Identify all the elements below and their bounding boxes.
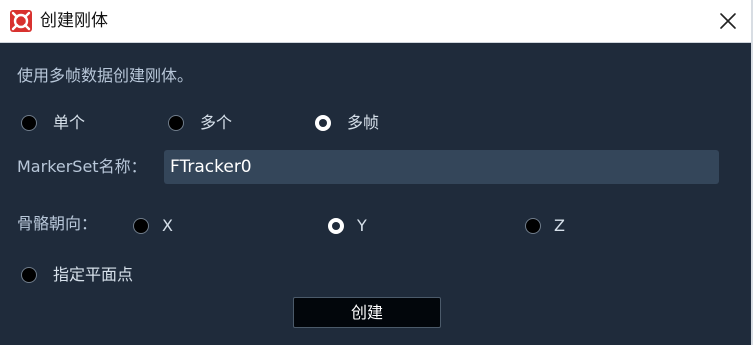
radio-plane-point[interactable]: 指定平面点: [21, 264, 133, 286]
radio-label-plane-point: 指定平面点: [53, 265, 134, 284]
xingying-logo-icon: [10, 10, 32, 32]
radio-circle[interactable]: [168, 115, 184, 131]
close-icon[interactable]: [717, 10, 739, 32]
title-bar: 创建刚体: [0, 0, 751, 43]
markerset-name-input[interactable]: [164, 150, 719, 184]
radio-circle-checked[interactable]: [328, 218, 344, 234]
radio-label-z: Z: [554, 216, 565, 235]
radio-circle[interactable]: [525, 218, 541, 234]
radio-circle[interactable]: [21, 115, 37, 131]
create-rigid-body-dialog: 创建刚体 使用多帧数据创建刚体。 单个 多个 多帧 MarkerSet名称： 骨…: [0, 0, 753, 345]
bone-direction-label: 骨骼朝向：: [17, 214, 98, 233]
markerset-label: MarkerSet名称：: [17, 157, 147, 176]
radio-circle-checked[interactable]: [315, 115, 331, 131]
radio-multiple[interactable]: 多个: [168, 112, 232, 134]
radio-label-multiple: 多个: [200, 113, 233, 132]
radio-single[interactable]: 单个: [21, 112, 85, 134]
radio-label-single: 单个: [53, 113, 86, 132]
dialog-body: 使用多帧数据创建刚体。 单个 多个 多帧 MarkerSet名称： 骨骼朝向： …: [0, 43, 751, 345]
radio-label-y: Y: [357, 216, 367, 235]
radio-label-multi-frame: 多帧: [347, 113, 380, 132]
create-button[interactable]: 创建: [293, 297, 441, 328]
radio-axis-z[interactable]: Z: [525, 215, 565, 237]
radio-label-x: X: [162, 216, 173, 235]
radio-circle[interactable]: [133, 218, 149, 234]
radio-axis-y[interactable]: Y: [328, 215, 367, 237]
radio-multi-frame[interactable]: 多帧: [315, 112, 379, 134]
window-title: 创建刚体: [40, 11, 108, 31]
description-text: 使用多帧数据创建刚体。: [17, 66, 194, 85]
radio-circle[interactable]: [21, 267, 37, 283]
radio-axis-x[interactable]: X: [133, 215, 173, 237]
